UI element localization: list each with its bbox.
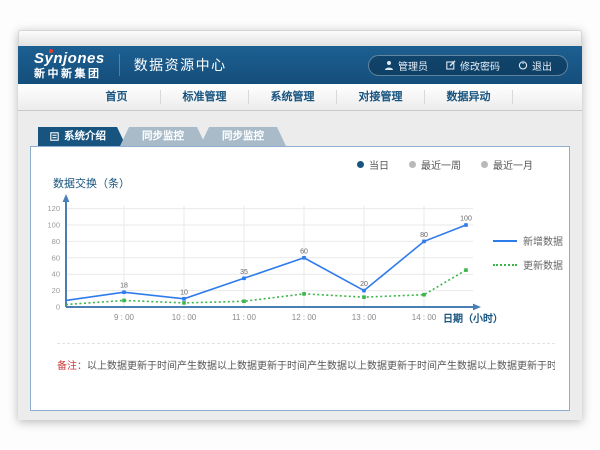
svg-text:60: 60 [52, 253, 60, 262]
svg-text:14 : 00: 14 : 00 [412, 313, 437, 322]
chart-panel: 当日 最近一周 最近一月 数据交换（条） 0 20 40 60 80 100 120 9 : … [30, 146, 570, 411]
filter-label: 最近一周 [421, 157, 461, 172]
change-password-label: 修改密码 [460, 58, 500, 73]
user-label: 管理员 [398, 58, 428, 73]
app-window: Synjones 新中新集团 数据资源中心 管理员 修改密码 [18, 30, 582, 420]
footnote-text: 以上数据更新于时间产生数据以上数据更新于时间产生数据以上数据更新于时间产生数据以… [87, 361, 555, 372]
svg-text:100: 100 [47, 221, 60, 230]
user-icon [384, 60, 394, 70]
svg-text:9 : 00: 9 : 00 [114, 313, 135, 322]
user-pill: 管理员 修改密码 退出 [368, 55, 568, 76]
filter-label: 最近一月 [493, 157, 533, 172]
legend-item-new-data[interactable]: 新增数据 [493, 233, 563, 248]
logout-button[interactable]: 退出 [509, 58, 561, 73]
logo-spark-icon [49, 49, 53, 53]
radio-icon [409, 161, 416, 168]
footnote-prefix: 备注： [57, 361, 87, 372]
legend-label: 新增数据 [523, 233, 563, 248]
solid-line-icon [493, 240, 517, 242]
main-nav: 首页 标准管理 系统管理 对接管理 数据异动 [18, 84, 582, 111]
company-logo[interactable]: Synjones 新中新集团 [34, 51, 105, 80]
y-axis-title: 数据交换（条） [53, 175, 130, 191]
nav-item-data-change[interactable]: 数据异动 [425, 90, 513, 104]
svg-text:100: 100 [460, 216, 472, 223]
edit-icon [446, 60, 456, 70]
logo-subtext: 新中新集团 [34, 69, 105, 80]
svg-text:10 : 00: 10 : 00 [172, 313, 197, 322]
legend-item-updated-data[interactable]: 更新数据 [493, 257, 563, 272]
nav-item-system-mgmt[interactable]: 系统管理 [249, 90, 337, 104]
filter-label: 当日 [369, 157, 389, 172]
svg-text:35: 35 [240, 269, 248, 276]
tab-sync-monitor-2[interactable]: 同步监控 [200, 127, 286, 146]
logo-text: Synjones [34, 51, 105, 66]
footnote: 备注：以上数据更新于时间产生数据以上数据更新于时间产生数据以上数据更新于时间产生… [57, 343, 555, 372]
svg-text:40: 40 [52, 270, 60, 279]
svg-text:10: 10 [180, 289, 188, 296]
page-title: 数据资源中心 [134, 55, 227, 75]
radio-icon [357, 161, 364, 168]
tab-sync-monitor-1[interactable]: 同步监控 [120, 127, 206, 146]
filter-today[interactable]: 当日 [357, 157, 389, 172]
svg-text:11 : 00: 11 : 00 [232, 313, 256, 322]
nav-item-interface-mgmt[interactable]: 对接管理 [337, 90, 425, 104]
filter-last-week[interactable]: 最近一周 [409, 157, 461, 172]
svg-text:20: 20 [360, 281, 368, 288]
window-chrome-strip [18, 30, 582, 46]
svg-text:60: 60 [300, 248, 308, 255]
document-icon [50, 132, 59, 141]
svg-text:120: 120 [47, 204, 60, 213]
svg-text:80: 80 [52, 237, 60, 246]
svg-text:18: 18 [120, 283, 128, 290]
header-divider [119, 54, 120, 76]
user-menu[interactable]: 管理员 [375, 58, 437, 73]
change-password-button[interactable]: 修改密码 [437, 58, 509, 73]
filter-last-month[interactable]: 最近一月 [481, 157, 533, 172]
content-area: 系统介绍 同步监控 同步监控 当日 最近一周 最近一月 数据交 [18, 111, 582, 420]
tab-label: 系统介绍 [64, 127, 106, 146]
dotted-line-icon [493, 264, 517, 266]
svg-text:13 : 00: 13 : 00 [352, 313, 377, 322]
tab-system-intro[interactable]: 系统介绍 [38, 127, 126, 146]
nav-item-home[interactable]: 首页 [73, 90, 161, 104]
svg-text:0: 0 [56, 303, 60, 312]
power-icon [518, 60, 528, 70]
range-filters: 当日 最近一周 最近一月 [357, 157, 533, 172]
app-header: Synjones 新中新集团 数据资源中心 管理员 修改密码 [18, 46, 582, 84]
svg-text:12 : 00: 12 : 00 [292, 313, 317, 322]
svg-text:80: 80 [420, 232, 428, 239]
radio-icon [481, 161, 488, 168]
chart-legend: 新增数据 更新数据 [493, 233, 563, 281]
legend-label: 更新数据 [523, 257, 563, 272]
nav-item-standard-mgmt[interactable]: 标准管理 [161, 90, 249, 104]
tab-bar: 系统介绍 同步监控 同步监控 [38, 127, 570, 146]
svg-text:日期（小时）: 日期（小时） [443, 312, 503, 325]
logout-label: 退出 [532, 58, 552, 73]
svg-text:20: 20 [52, 286, 60, 295]
